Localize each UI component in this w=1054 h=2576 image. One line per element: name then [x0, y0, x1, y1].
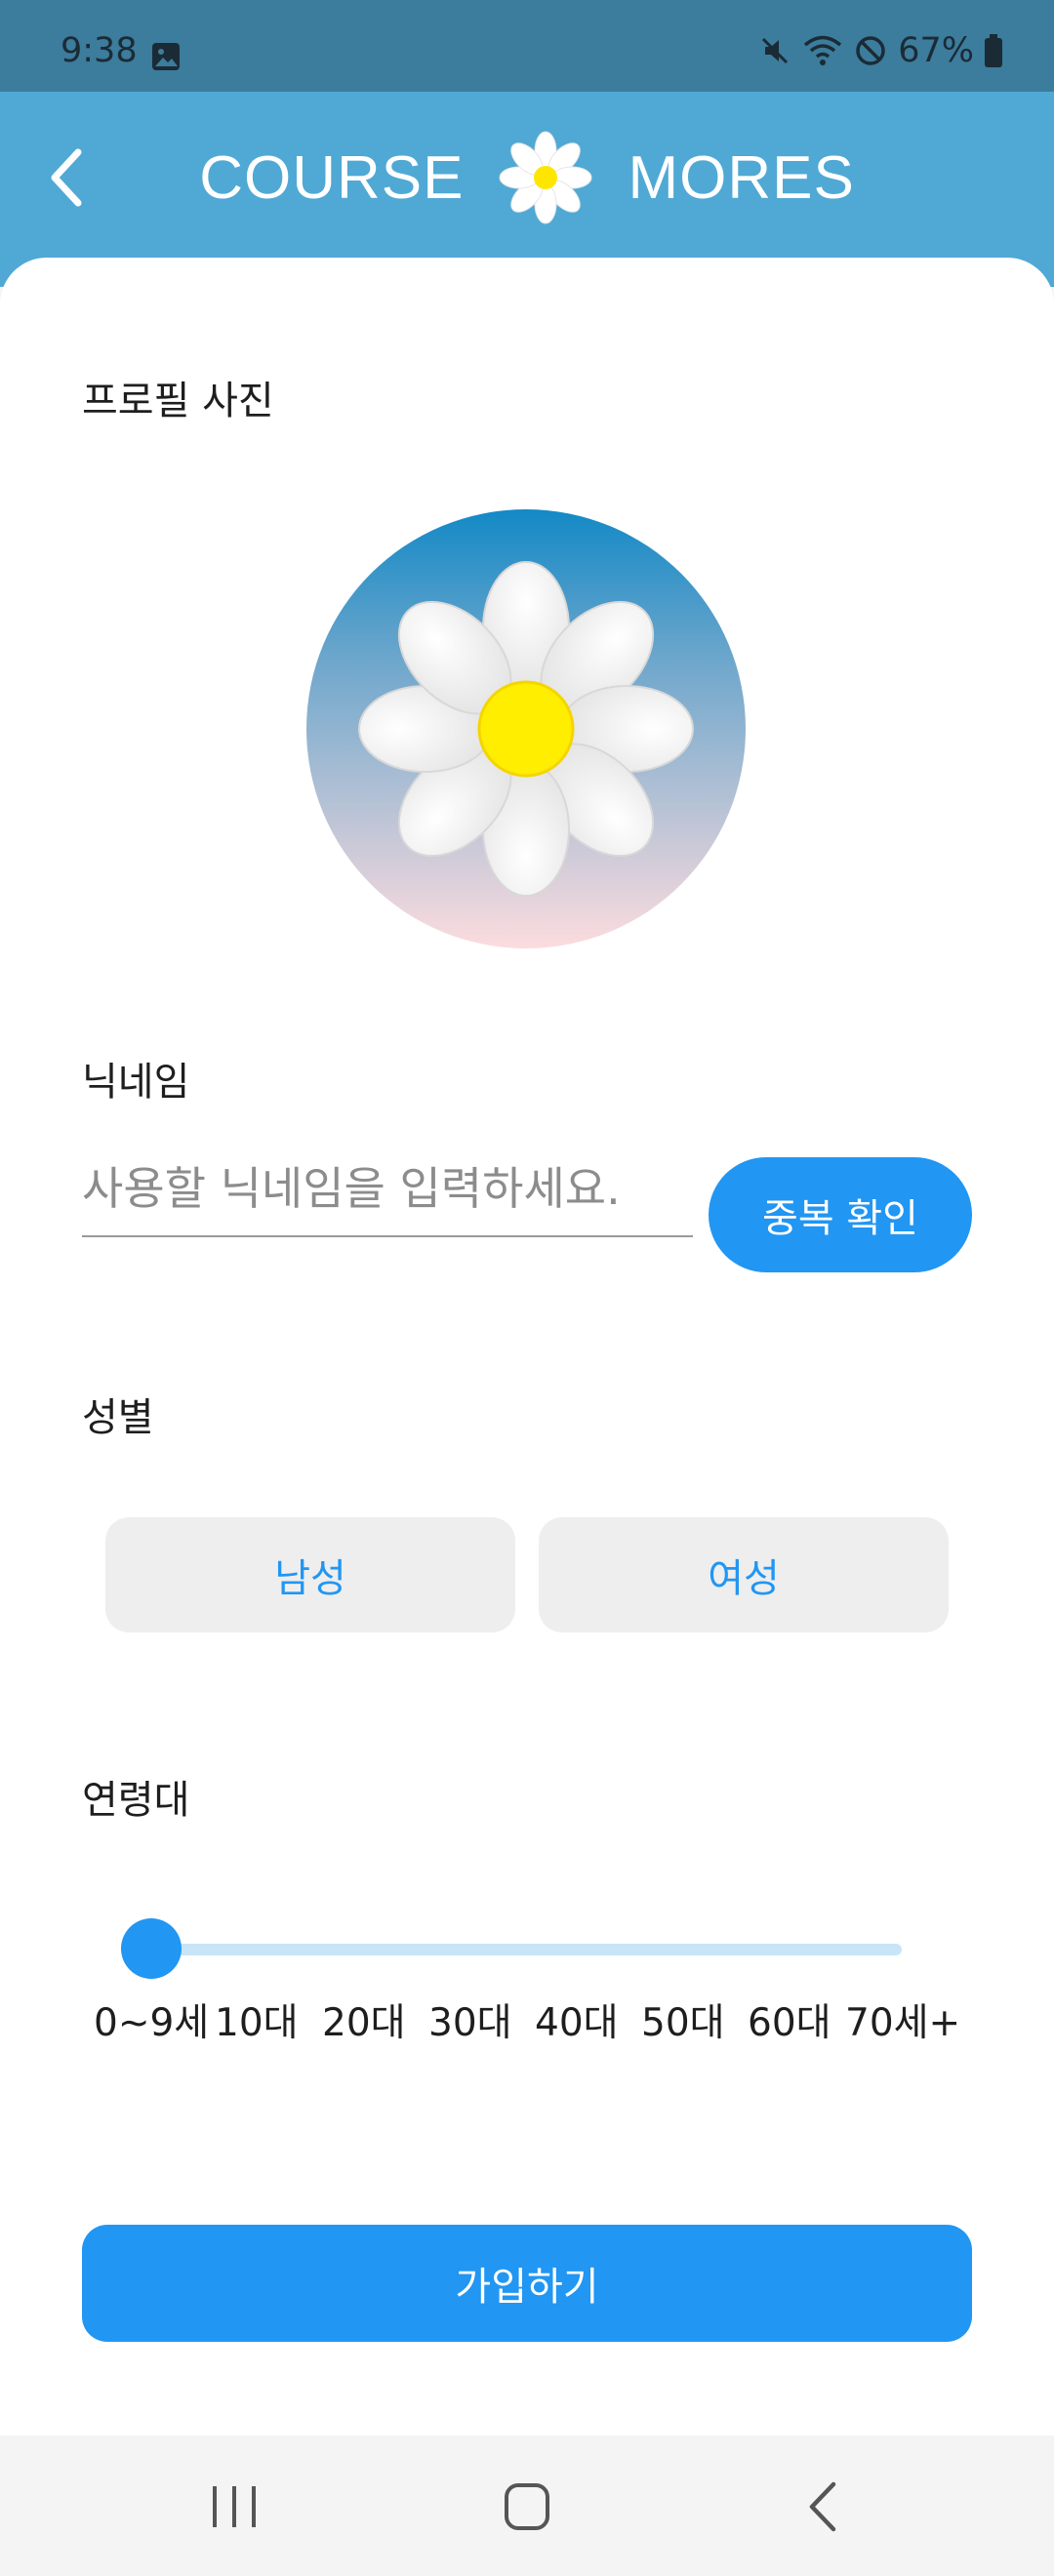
- brand-left-text: COURSE: [199, 143, 465, 212]
- status-icons: 67%: [757, 31, 1003, 70]
- back-icon[interactable]: [785, 2473, 863, 2541]
- gender-female-button[interactable]: 여성: [539, 1517, 949, 1632]
- profile-photo-label: 프로필 사진: [82, 379, 274, 423]
- age-group-label: 연령대: [82, 1778, 190, 1823]
- block-icon: [856, 36, 885, 65]
- age-slider-thumb[interactable]: [121, 1918, 182, 1979]
- age-tick-label: 20대: [322, 2001, 406, 2045]
- profile-photo-avatar[interactable]: [306, 509, 746, 948]
- age-tick-labels: 0~9세 10대 20대 30대 40대 50대 60대 70세+: [94, 1992, 972, 2045]
- age-tick-label: 0~9세: [94, 2001, 210, 2045]
- daisy-flower-icon: [499, 131, 592, 224]
- status-time: 9:38: [61, 31, 138, 70]
- age-tick-label: 30대: [428, 2001, 512, 2045]
- age-tick-label: 60대: [748, 2001, 831, 2045]
- image-icon: [152, 43, 180, 70]
- age-tick-label: 50대: [641, 2001, 725, 2045]
- age-slider-track[interactable]: [123, 1944, 902, 1955]
- duplicate-check-button[interactable]: 중복 확인: [709, 1157, 972, 1272]
- age-tick-label: 10대: [215, 2001, 299, 2045]
- nickname-input[interactable]: [82, 1142, 693, 1237]
- mute-icon: [762, 37, 789, 64]
- status-bar: 9:38 67%: [0, 0, 1054, 92]
- age-tick-label: 40대: [535, 2001, 619, 2045]
- daisy-avatar-icon: [358, 561, 694, 897]
- battery-percent: 67%: [898, 31, 974, 70]
- recent-apps-icon[interactable]: [195, 2473, 273, 2541]
- gender-male-button[interactable]: 남성: [105, 1517, 515, 1632]
- system-nav-bar: [0, 2435, 1054, 2576]
- wifi-icon: [804, 35, 842, 65]
- signup-button[interactable]: 가입하기: [82, 2225, 972, 2342]
- home-icon[interactable]: [488, 2473, 566, 2541]
- battery-icon: [985, 34, 1002, 67]
- nickname-label: 닉네임: [82, 1060, 190, 1105]
- brand-logo: COURSE MORES: [0, 129, 1054, 226]
- brand-right-text: MORES: [628, 143, 855, 212]
- age-tick-label: 70세+: [845, 2001, 961, 2045]
- gender-label: 성별: [82, 1395, 154, 1440]
